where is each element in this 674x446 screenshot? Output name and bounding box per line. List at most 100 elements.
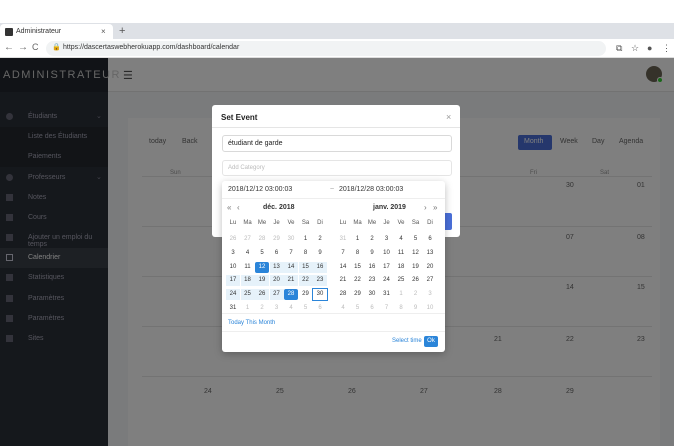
left-day-cell[interactable]: 30 [312,288,328,302]
range-start-input[interactable]: 2018/12/12 03:00:03 [228,186,292,193]
next-month-icon[interactable]: › [424,203,427,212]
left-day-cell[interactable]: 29 [270,234,284,245]
right-day-cell[interactable]: 23 [365,275,379,286]
right-day-cell[interactable]: 2 [409,289,423,300]
left-day-cell[interactable]: 25 [240,289,255,301]
left-day-cell[interactable]: 30 [284,234,298,245]
lock-icon: 🔒 [52,44,61,51]
right-day-cell[interactable]: 2 [365,234,379,245]
right-day-cell[interactable]: 14 [336,262,350,273]
prev-year-icon[interactable]: « [227,203,231,212]
right-day-cell[interactable]: 25 [394,275,408,286]
right-day-cell[interactable]: 18 [394,262,408,273]
right-day-cell[interactable]: 27 [423,275,437,286]
right-day-cell[interactable]: 20 [423,262,437,273]
right-day-cell[interactable]: 29 [351,289,365,300]
right-weekday-header: Me [367,220,377,226]
left-day-cell[interactable]: 28 [255,234,269,245]
star-icon[interactable]: ☆ [631,43,639,54]
left-day-cell[interactable]: 10 [226,262,240,273]
left-day-cell[interactable]: 22 [298,275,313,287]
tab-favicon-icon [5,28,13,36]
left-day-cell[interactable]: 27 [269,289,284,301]
left-day-cell[interactable]: 29 [299,289,313,300]
left-day-cell[interactable]: 8 [299,248,313,259]
right-day-cell[interactable]: 1 [351,234,365,245]
select-time-link[interactable]: Select time [392,338,422,344]
left-day-cell[interactable]: 3 [226,248,240,259]
left-month-title[interactable]: déc. 2018 [263,204,295,211]
picker-divider [222,313,445,314]
forward-button[interactable]: → [18,42,28,53]
right-day-cell[interactable]: 9 [365,248,379,259]
right-month-title[interactable]: janv. 2019 [373,204,406,211]
right-day-cell[interactable]: 4 [394,234,408,245]
right-day-cell[interactable]: 11 [394,248,408,259]
left-day-cell[interactable]: 16 [313,261,327,273]
right-day-cell[interactable]: 24 [380,275,394,286]
right-day-cell[interactable]: 16 [365,262,379,273]
account-icon[interactable]: ● [647,43,652,53]
right-day-cell[interactable]: 3 [423,289,437,300]
left-day-cell[interactable]: 24 [226,289,240,301]
tab-close-icon[interactable]: × [101,27,106,36]
translate-icon[interactable]: ⧉ [616,43,622,54]
left-day-cell[interactable]: 2 [313,234,327,245]
left-day-cell[interactable]: 5 [255,248,269,259]
left-day-cell[interactable]: 18 [240,275,255,287]
new-tab-button[interactable]: + [119,25,125,37]
event-title-input[interactable]: étudiant de garde [222,135,452,152]
left-day-cell[interactable]: 21 [284,275,298,287]
right-day-cell[interactable]: 22 [351,275,365,286]
left-day-cell[interactable]: 17 [226,275,240,287]
right-day-cell[interactable]: 12 [409,248,423,259]
preset-ranges[interactable]: Today This Month [228,320,275,326]
right-day-cell[interactable]: 13 [423,248,437,259]
right-day-cell[interactable]: 19 [409,262,423,273]
right-day-cell[interactable]: 21 [336,275,350,286]
back-button[interactable]: ← [4,42,14,53]
prev-month-icon[interactable]: ‹ [237,203,240,212]
left-day-cell[interactable]: 11 [241,262,255,273]
right-day-cell[interactable]: 5 [409,234,423,245]
left-day-cell[interactable]: 6 [270,248,284,259]
right-day-cell[interactable]: 26 [409,275,423,286]
right-day-cell[interactable]: 10 [380,248,394,259]
right-day-cell[interactable]: 8 [351,248,365,259]
range-end-input[interactable]: 2018/12/28 03:00:03 [339,186,403,193]
left-day-cell[interactable]: 19 [255,275,269,287]
left-day-cell[interactable]: 4 [241,248,255,259]
left-day-cell[interactable]: 28 [284,289,298,301]
category-input[interactable]: Add Category [222,160,452,176]
reload-button[interactable]: C [32,42,39,52]
left-day-cell[interactable]: 9 [313,248,327,259]
modal-title: Set Event [221,113,258,122]
left-day-cell[interactable]: 12 [255,261,269,273]
right-day-cell[interactable]: 3 [380,234,394,245]
right-day-cell[interactable]: 15 [351,262,365,273]
left-day-cell[interactable]: 7 [284,248,298,259]
left-day-cell[interactable]: 13 [269,261,284,273]
right-day-cell[interactable]: 30 [365,289,379,300]
left-day-cell[interactable]: 27 [241,234,255,245]
right-weekday-header: Ma [353,220,362,226]
left-day-cell[interactable]: 26 [226,234,240,245]
left-day-cell[interactable]: 14 [284,261,298,273]
left-day-cell[interactable]: 1 [299,234,313,245]
right-day-cell[interactable]: 17 [380,262,394,273]
left-day-cell[interactable]: 23 [313,275,327,287]
right-day-cell[interactable]: 28 [336,289,350,300]
ok-button[interactable]: Ok [424,336,438,347]
close-icon[interactable]: × [446,112,451,122]
right-day-cell[interactable]: 31 [380,289,394,300]
right-day-cell[interactable]: 31 [336,234,350,245]
left-day-cell[interactable]: 15 [298,261,313,273]
right-day-cell[interactable]: 1 [394,289,408,300]
right-day-cell[interactable]: 7 [336,248,350,259]
left-day-cell[interactable]: 26 [255,289,269,301]
left-day-cell[interactable]: 20 [269,275,284,287]
next-year-icon[interactable]: » [433,203,437,212]
menu-icon[interactable]: ⋮ [662,43,671,54]
url-text[interactable]: https://dascertaswebherokuapp.com/dashbo… [63,44,239,51]
right-day-cell[interactable]: 6 [423,234,437,245]
